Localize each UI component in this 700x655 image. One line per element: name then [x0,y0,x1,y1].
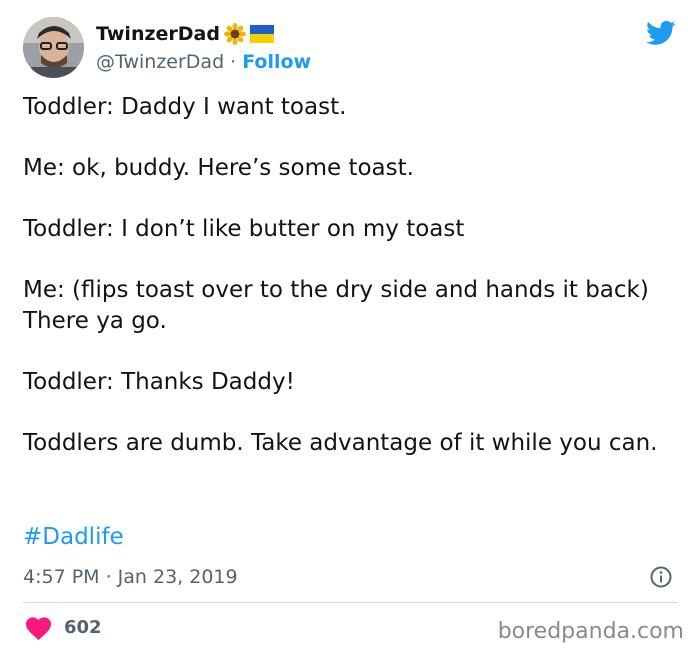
tweet-card: TwinzerDad @TwinzerDad · Follow Toddler:… [0,0,700,655]
hashtag-link[interactable]: #Dadlife [23,522,124,553]
tweet-timestamp[interactable]: 4:57 PM · Jan 23, 2019 [23,564,238,590]
sunflower-icon [223,23,246,45]
avatar[interactable] [23,17,84,78]
info-icon[interactable] [650,566,672,588]
author-handle[interactable]: @TwinzerDad [96,51,224,73]
follow-button[interactable]: Follow [242,51,311,73]
watermark: boredpanda.com [497,619,684,644]
tweet-paragraph: Toddler: Daddy I want toast. [23,94,347,120]
heart-icon[interactable] [25,617,52,641]
handle-separator: · [230,51,237,73]
author-display-name[interactable]: TwinzerDad [96,23,220,45]
tweet-paragraph: Toddlers are dumb. Take advantage of it … [23,430,658,456]
tweet-paragraph: Me: ok, buddy. Here’s some toast. [23,155,414,181]
tweet-paragraph: Toddler: I don’t like butter on my toast [23,216,465,242]
twitter-bird-icon[interactable] [644,18,678,48]
tweet-paragraph: Toddler: Thanks Daddy! [23,369,295,395]
tweet-text: Toddler: Daddy I want toast. Me: ok, bud… [23,92,678,489]
avatar-photo [23,17,84,78]
author-name-row: TwinzerDad [96,21,274,47]
tweet-paragraph: Me: (flips toast over to the dry side an… [23,277,657,334]
divider [23,602,678,603]
author-handle-row: @TwinzerDad · Follow [96,49,311,75]
ukraine-flag-icon [249,25,274,43]
like-count[interactable]: 602 [64,616,102,640]
